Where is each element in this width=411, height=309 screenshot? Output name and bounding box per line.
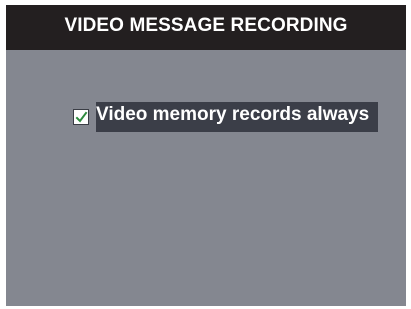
video-message-recording-screen: VIDEO MESSAGE RECORDING Video memory rec… (6, 5, 406, 306)
page-title: VIDEO MESSAGE RECORDING (64, 14, 348, 36)
option-label: Video memory records always (96, 104, 370, 125)
option-video-memory-records-always[interactable]: Video memory records always (73, 102, 379, 132)
video-memory-checkbox[interactable] (73, 109, 89, 125)
option-highlight: Video memory records always (96, 102, 379, 132)
title-bar: VIDEO MESSAGE RECORDING (6, 5, 406, 50)
checkmark-icon (75, 111, 87, 123)
